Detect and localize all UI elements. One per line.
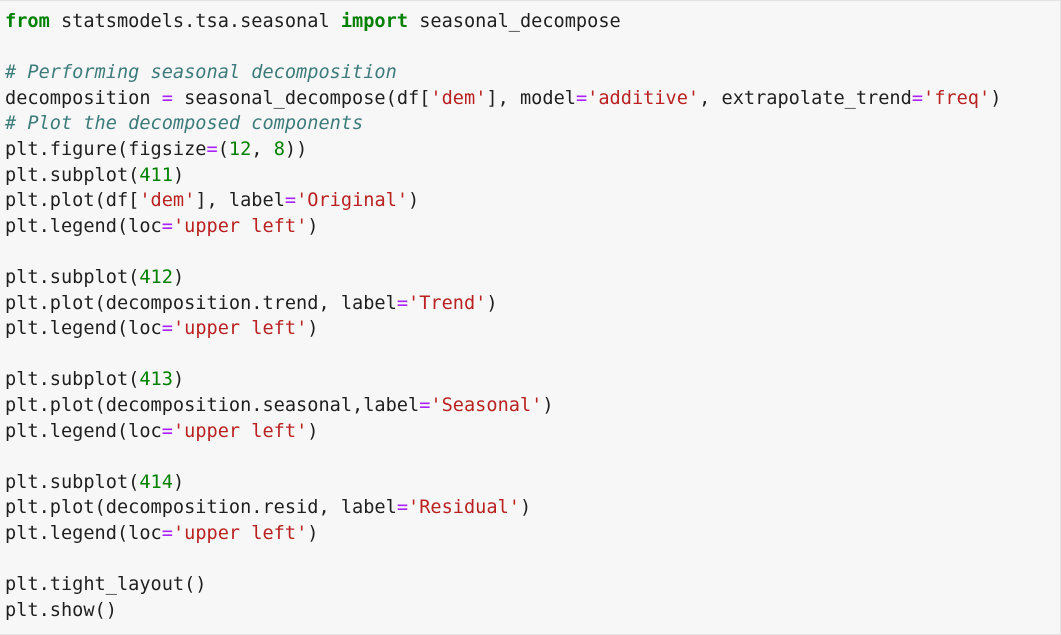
code-line: plt.plot(decomposition.trend, label='Tre…: [5, 291, 1001, 317]
code-text-token: statsmodels.tsa.seasonal: [49, 11, 341, 32]
string-literal-token: 'upper left': [172, 215, 308, 237]
operator-token: =: [206, 138, 218, 160]
code-line: # Plot the decomposed components: [5, 111, 1001, 137]
code-text-token: ): [486, 292, 498, 314]
code-cell[interactable]: from statsmodels.tsa.seasonal import sea…: [0, 0, 1061, 635]
code-text-token: plt.legend(loc: [5, 215, 162, 237]
code-text-token: ): [408, 190, 420, 212]
code-text-token: ], model: [486, 87, 576, 109]
code-line: # Performing seasonal decomposition: [5, 60, 1001, 86]
code-text-token: ): [307, 420, 319, 442]
code-line: plt.legend(loc='upper left'): [5, 521, 1001, 547]
code-text-token: , extrapolate_trend: [699, 87, 912, 109]
comment-token: # Plot the decomposed components: [5, 113, 364, 135]
code-text-token: plt.plot(decomposition.seasonal,label: [5, 394, 420, 416]
number-literal-token: 414: [139, 471, 173, 493]
code-line: ​: [5, 444, 1001, 470]
code-line: plt.legend(loc='upper left'): [5, 316, 1001, 342]
operator-token: =: [911, 87, 924, 109]
code-text-token: plt.plot(decomposition.trend, label: [5, 292, 397, 314]
code-line: ​: [5, 35, 1001, 61]
code-text-token: plt.plot(df[: [5, 190, 140, 212]
code-text-token: (: [217, 138, 229, 160]
code-line: decomposition = seasonal_decompose(df['d…: [5, 86, 1001, 112]
code-text-token: plt.tight_layout(): [5, 574, 207, 596]
code-text-token: ): [307, 215, 319, 237]
code-line: plt.show(): [5, 598, 1001, 624]
string-literal-token: 'Residual': [408, 497, 520, 519]
code-text-token: decomposition: [5, 87, 162, 109]
string-literal-token: 'dem': [430, 87, 487, 109]
code-text-token: ): [519, 497, 532, 519]
string-literal-token: 'additive': [587, 87, 700, 109]
code-text-token: ): [172, 266, 185, 288]
comment-token: # Performing seasonal decomposition: [5, 62, 397, 84]
code-line: plt.plot(decomposition.resid, label='Res…: [5, 495, 1001, 521]
operator-token: =: [396, 292, 409, 314]
keyword-token: from: [5, 11, 50, 32]
operator-token: =: [161, 522, 173, 544]
code-line: plt.subplot(413): [5, 367, 1001, 393]
code-line: plt.legend(loc='upper left'): [5, 214, 1001, 240]
number-literal-token: 411: [139, 164, 173, 186]
code-text-token: seasonal_decompose: [408, 11, 621, 32]
code-text-token: ): [307, 318, 319, 340]
code-text-token: ): [990, 87, 1002, 109]
string-literal-token: 'Seasonal': [430, 394, 543, 416]
keyword-token: import: [340, 11, 409, 32]
code-text-token: )): [284, 138, 308, 160]
operator-token: =: [419, 394, 431, 416]
code-text-token: ,: [251, 138, 274, 160]
code-line: plt.subplot(411): [5, 163, 1001, 189]
code-line: plt.plot(df['dem'], label='Original'): [5, 188, 1001, 214]
string-literal-token: 'Trend': [408, 292, 487, 314]
string-literal-token: 'freq': [923, 87, 991, 109]
number-literal-token: 8: [273, 138, 285, 160]
number-literal-token: 12: [228, 138, 252, 160]
code-line: from statsmodels.tsa.seasonal import sea…: [5, 9, 1001, 35]
code-line: ​: [5, 342, 1001, 368]
code-text-token: ): [172, 164, 185, 186]
code-text-token: plt.subplot(: [5, 164, 140, 186]
code-text-token: ], label: [195, 190, 285, 212]
code-line: plt.tight_layout(): [5, 572, 1001, 598]
code-text-token: plt.legend(loc: [5, 420, 162, 442]
code-text-token: ): [172, 471, 185, 493]
code-line: plt.legend(loc='upper left'): [5, 419, 1001, 445]
code-line: plt.figure(figsize=(12, 8)): [5, 137, 1001, 163]
code-text-token: plt.subplot(: [5, 266, 140, 288]
code-text-token: plt.legend(loc: [5, 318, 162, 340]
code-line: ​: [5, 546, 1001, 572]
code-line: plt.subplot(414): [5, 470, 1001, 496]
code-text-token: plt.figure(figsize: [5, 138, 207, 160]
operator-token: =: [161, 215, 173, 237]
string-literal-token: 'upper left': [172, 318, 308, 340]
operator-token: =: [161, 420, 173, 442]
code-text-token: ): [172, 369, 185, 391]
code-line: ​: [5, 239, 1001, 265]
code-text-token: plt.plot(decomposition.resid, label: [5, 497, 397, 519]
operator-token: =: [161, 87, 173, 109]
operator-token: =: [575, 87, 588, 109]
number-literal-token: 412: [139, 266, 173, 288]
operator-token: =: [396, 497, 409, 519]
code-text-token: plt.legend(loc: [5, 522, 162, 544]
code-text-token: ): [542, 394, 554, 416]
operator-token: =: [284, 190, 297, 212]
code-line: plt.subplot(412): [5, 265, 1001, 291]
number-literal-token: 413: [139, 369, 173, 391]
string-literal-token: 'dem': [139, 190, 196, 212]
code-text-token: plt.show(): [5, 599, 117, 621]
code-editor[interactable]: from statsmodels.tsa.seasonal import sea…: [5, 9, 1001, 623]
code-text-token: plt.subplot(: [5, 369, 140, 391]
code-text-token: seasonal_decompose(df[: [172, 87, 431, 109]
code-text-token: plt.subplot(: [5, 471, 140, 493]
code-line: plt.plot(decomposition.seasonal,label='S…: [5, 393, 1001, 419]
operator-token: =: [161, 318, 173, 340]
string-literal-token: 'upper left': [172, 420, 308, 442]
string-literal-token: 'Original': [296, 190, 409, 212]
string-literal-token: 'upper left': [172, 522, 308, 544]
code-text-token: ): [307, 522, 319, 544]
